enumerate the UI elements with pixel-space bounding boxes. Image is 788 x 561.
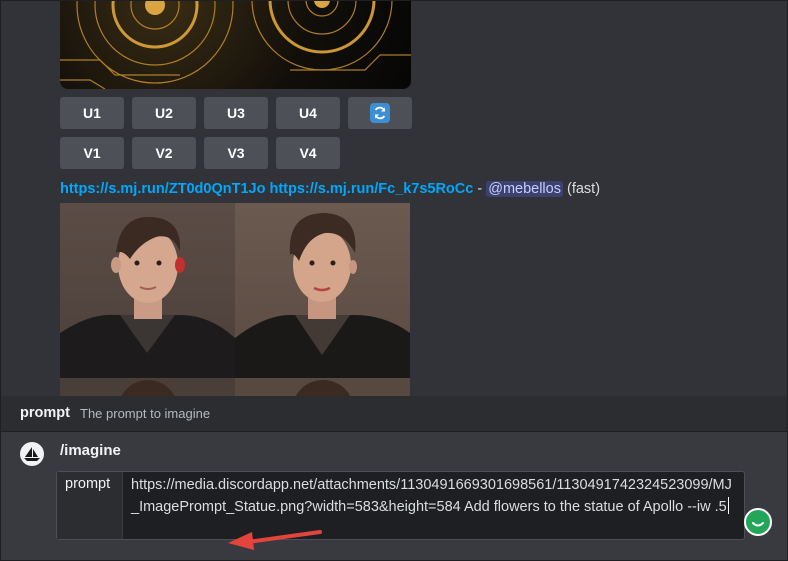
image-tile-2 (235, 203, 410, 378)
command-option-header[interactable]: prompt The prompt to imagine (0, 396, 788, 432)
image-tile-1 (60, 203, 235, 378)
option-description: The prompt to imagine (80, 406, 211, 421)
bot-avatar (20, 442, 44, 466)
text-caret (727, 497, 729, 514)
user-mention[interactable]: @mebellos (486, 181, 563, 197)
prompt-input-text: https://media.discordapp.net/attachments… (131, 477, 732, 515)
generated-image-grid[interactable] (60, 203, 410, 396)
slash-command-panel: prompt The prompt to imagine /imagine pr… (0, 396, 788, 561)
upscale-1-button[interactable]: U1 (60, 97, 124, 129)
prompt-input[interactable]: https://media.discordapp.net/attachments… (123, 472, 744, 539)
prompt-link-2[interactable]: https://s.mj.run/Fc_k7s5RoCc (269, 181, 473, 197)
prompt-link-1[interactable]: https://s.mj.run/ZT0d0QnT1Jo (60, 181, 265, 197)
variation-2-button[interactable]: V2 (132, 137, 196, 169)
command-name: /imagine (60, 442, 121, 459)
prompt-field-label: prompt (57, 472, 123, 539)
option-name: prompt (20, 405, 70, 421)
command-input-area: /imagine prompt https://media.discordapp… (0, 432, 788, 561)
assistant-status-icon[interactable] (744, 508, 772, 536)
upscale-2-button[interactable]: U2 (132, 97, 196, 129)
variation-4-button[interactable]: V4 (276, 137, 340, 169)
prompt-option-field[interactable]: prompt https://media.discordapp.net/atta… (56, 471, 745, 540)
variation-1-button[interactable]: V1 (60, 137, 124, 169)
annotation-arrow-icon (228, 530, 322, 550)
speed-label: (fast) (567, 181, 601, 197)
separator: - (473, 181, 487, 197)
variation-3-button[interactable]: V3 (204, 137, 268, 169)
sailboat-icon (24, 447, 40, 461)
image-tile-3 (60, 378, 235, 396)
image-tile-4 (235, 378, 410, 396)
refresh-icon (370, 103, 390, 123)
reroll-button[interactable] (348, 97, 412, 129)
message-links: https://s.mj.run/ZT0d0QnT1Jo https://s.m… (60, 178, 600, 200)
generated-image-grid-top[interactable] (60, 0, 411, 89)
upscale-3-button[interactable]: U3 (204, 97, 268, 129)
upscale-4-button[interactable]: U4 (276, 97, 340, 129)
